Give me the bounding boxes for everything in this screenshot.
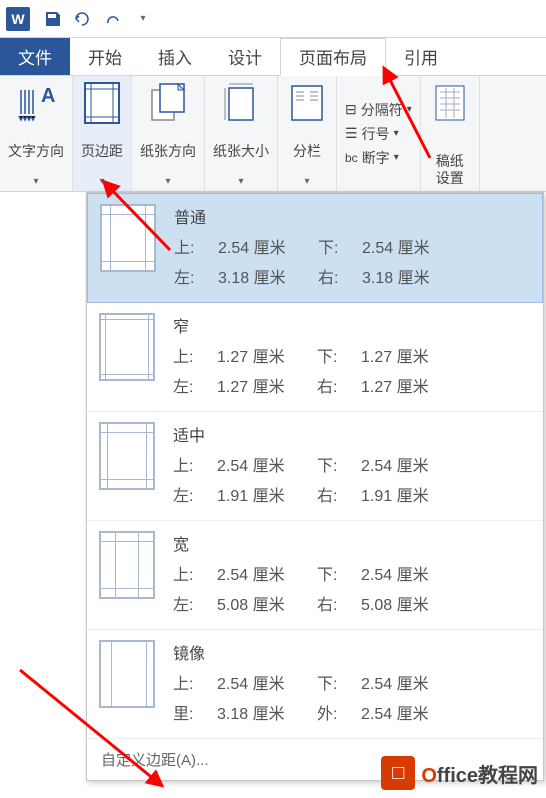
dropdown-icon: ▾ xyxy=(238,176,243,187)
columns-icon xyxy=(286,82,328,124)
watermark-o: O xyxy=(421,765,437,787)
text-direction-icon: A xyxy=(15,82,57,124)
dropdown-icon: ▾ xyxy=(99,176,104,187)
margin-option-wide[interactable]: 宽 上:2.54 厘米 下:2.54 厘米 左:5.08 厘米 右:5.08 厘… xyxy=(87,521,543,630)
dropdown-icon: ▾ xyxy=(165,176,170,187)
size-label: 纸张大小 xyxy=(213,143,269,160)
redo-button[interactable] xyxy=(98,4,128,34)
tab-page-layout[interactable]: 页面布局 xyxy=(280,38,386,76)
margin-thumb-icon xyxy=(99,531,155,599)
qat-customize-icon[interactable]: ▾ xyxy=(128,4,158,34)
breaks-label: 分隔符 xyxy=(361,100,403,120)
title-bar: W ▾ xyxy=(0,0,546,38)
margin-option-narrow[interactable]: 窄 上:1.27 厘米 下:1.27 厘米 左:1.27 厘米 右:1.27 厘… xyxy=(87,303,543,412)
breaks-icon: ⊟ xyxy=(345,101,357,118)
margin-thumb-icon xyxy=(99,313,155,381)
margins-button[interactable]: 页边距 ▾ xyxy=(73,76,132,191)
manuscript-icon xyxy=(429,82,471,124)
margin-info: 普通 上:2.54 厘米 下:2.54 厘米 左:3.18 厘米 右:3.18 … xyxy=(174,204,530,288)
line-numbers-button[interactable]: ☰行号▾ xyxy=(345,124,412,144)
tab-design[interactable]: 设计 xyxy=(210,38,280,75)
orientation-icon xyxy=(147,82,189,124)
ribbon: A 文字方向 ▾ 页边距 ▾ 纸张方向 ▾ 纸张大小 ▾ 分栏 ▾ ⊟分隔符▾ … xyxy=(0,76,546,192)
size-icon xyxy=(220,82,262,124)
text-direction-label: 文字方向 xyxy=(8,143,64,160)
margin-info: 适中 上:2.54 厘米 下:2.54 厘米 左:1.91 厘米 右:1.91 … xyxy=(173,422,531,506)
tab-insert[interactable]: 插入 xyxy=(140,38,210,75)
margin-thumb-icon xyxy=(100,204,156,272)
hyphen-icon: bc xyxy=(345,151,358,165)
margins-label: 页边距 xyxy=(81,143,123,160)
page-setup-group: ⊟分隔符▾ ☰行号▾ bc断字▾ xyxy=(337,76,421,191)
margin-thumb-icon xyxy=(99,422,155,490)
margin-info: 镜像 上:2.54 厘米 下:2.54 厘米 里:3.18 厘米 外:2.54 … xyxy=(173,640,531,724)
watermark: □ Office教程网 xyxy=(381,756,538,790)
margin-option-moderate[interactable]: 适中 上:2.54 厘米 下:2.54 厘米 左:1.91 厘米 右:1.91 … xyxy=(87,412,543,521)
size-button[interactable]: 纸张大小 ▾ xyxy=(205,76,278,191)
text-direction-button[interactable]: A 文字方向 ▾ xyxy=(0,76,73,191)
manuscript-button[interactable]: 稿纸 设置 xyxy=(421,76,480,191)
watermark-text: ffice教程网 xyxy=(437,765,538,787)
breaks-button[interactable]: ⊟分隔符▾ xyxy=(345,100,412,120)
margin-thumb-icon xyxy=(99,640,155,708)
margin-name: 镜像 xyxy=(173,640,531,664)
hyphenation-button[interactable]: bc断字▾ xyxy=(345,148,412,168)
margins-icon xyxy=(81,82,123,124)
office-logo-icon: □ xyxy=(381,756,415,790)
margin-info: 宽 上:2.54 厘米 下:2.54 厘米 左:5.08 厘米 右:5.08 厘… xyxy=(173,531,531,615)
margin-name: 窄 xyxy=(173,313,531,337)
margin-name: 宽 xyxy=(173,531,531,555)
columns-label: 分栏 xyxy=(293,143,321,160)
margin-name: 适中 xyxy=(173,422,531,446)
tab-file[interactable]: 文件 xyxy=(0,38,70,75)
undo-button[interactable] xyxy=(68,4,98,34)
tab-references[interactable]: 引用 xyxy=(386,38,456,75)
margin-option-mirror[interactable]: 镜像 上:2.54 厘米 下:2.54 厘米 里:3.18 厘米 外:2.54 … xyxy=(87,630,543,739)
margin-info: 窄 上:1.27 厘米 下:1.27 厘米 左:1.27 厘米 右:1.27 厘… xyxy=(173,313,531,397)
manuscript-label: 稿纸 设置 xyxy=(436,153,464,187)
linenum-label: 行号 xyxy=(362,124,390,144)
margins-dropdown: 普通 上:2.54 厘米 下:2.54 厘米 左:3.18 厘米 右:3.18 … xyxy=(86,192,544,781)
svg-text:A: A xyxy=(41,85,55,107)
columns-button[interactable]: 分栏 ▾ xyxy=(278,76,337,191)
hyphen-label: 断字 xyxy=(362,148,390,168)
save-button[interactable] xyxy=(38,4,68,34)
ribbon-tabs: 文件 开始 插入 设计 页面布局 引用 xyxy=(0,38,546,76)
dropdown-icon: ▾ xyxy=(304,176,309,187)
word-logo-icon: W xyxy=(6,7,30,31)
dropdown-icon: ▾ xyxy=(33,176,38,187)
margin-name: 普通 xyxy=(174,204,530,228)
orientation-button[interactable]: 纸张方向 ▾ xyxy=(132,76,205,191)
margin-option-normal[interactable]: 普通 上:2.54 厘米 下:2.54 厘米 左:3.18 厘米 右:3.18 … xyxy=(87,193,543,303)
linenum-icon: ☰ xyxy=(345,125,358,142)
orientation-label: 纸张方向 xyxy=(140,143,196,160)
tab-home[interactable]: 开始 xyxy=(70,38,140,75)
